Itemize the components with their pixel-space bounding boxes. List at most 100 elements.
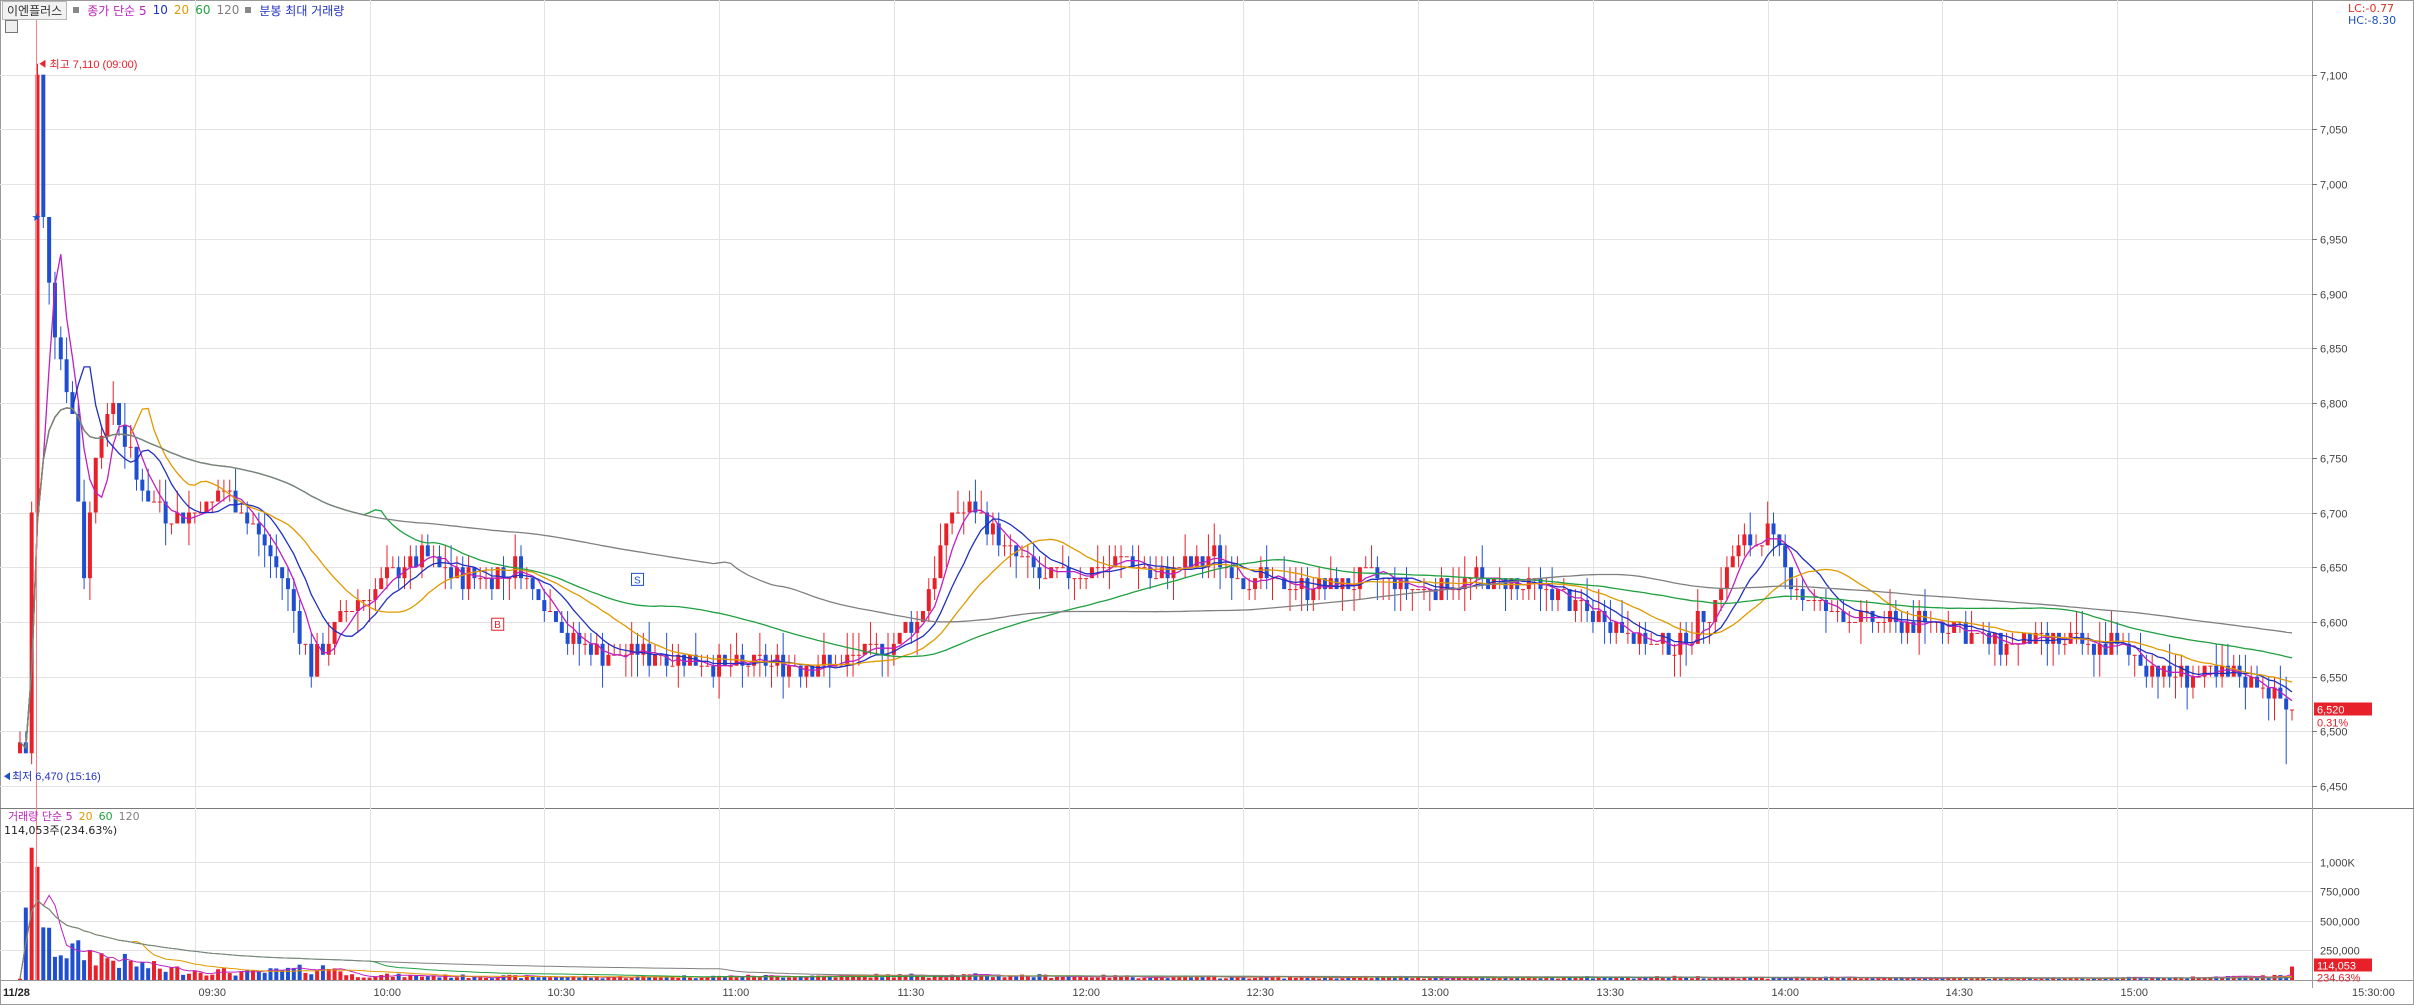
volume-bar [1765, 978, 1770, 980]
candle-body [1142, 567, 1147, 569]
volume-tick-label: 250,000 [2320, 946, 2360, 958]
volume-bar [385, 973, 390, 980]
volume-bar [2033, 978, 2038, 980]
candle-body [1701, 611, 1706, 622]
volume-bar [350, 974, 355, 980]
time-tick-label: 14:30 [1946, 987, 1974, 999]
candle [2255, 665, 2260, 688]
candle-body [1730, 556, 1735, 568]
candle-body [134, 446, 139, 480]
candle-body [2266, 687, 2271, 699]
candle [1882, 611, 1887, 633]
candle-body [385, 567, 390, 579]
volume-bar [64, 958, 69, 980]
volume-ma-120-line [19, 899, 2293, 979]
candle [58, 326, 63, 371]
volume-bar [1089, 977, 1094, 980]
candle-body [76, 414, 81, 502]
candle [1806, 600, 1811, 602]
volume-bar [489, 978, 494, 980]
candle [41, 74, 46, 228]
volume-bar [2056, 978, 2061, 980]
volume-moving-averages [19, 894, 2293, 980]
candle [1818, 600, 1823, 611]
stock-name-label[interactable]: 이엔플러스 [2, 0, 68, 20]
volume-bar [76, 940, 81, 980]
volume-bar [315, 969, 320, 980]
candle-body [1101, 567, 1106, 569]
volume-bar [961, 974, 966, 980]
candle-body [2004, 643, 2009, 655]
candle-body [169, 523, 174, 525]
candle-body [932, 578, 937, 590]
volume-bar [181, 974, 186, 980]
candle-body [1183, 556, 1188, 568]
volume-bar [1148, 977, 1153, 980]
candle-body [460, 567, 465, 590]
candle [140, 468, 145, 502]
legend-ma60: 60 [195, 3, 211, 17]
vol-legend-ma60: 60 [98, 809, 113, 823]
volume-bar [2266, 978, 2271, 980]
candle-body [1579, 600, 1584, 602]
candle-body [1474, 567, 1479, 579]
volume-tick-label: 750,000 [2320, 887, 2360, 899]
candle-body [1299, 578, 1304, 590]
candle [1031, 545, 1036, 579]
chart-canvas[interactable]: 7,100 7,050 7,000 6,950 6,900 6,850 6,800 6,750… [0, 0, 2414, 1005]
grid-toggle-icon[interactable] [5, 20, 18, 33]
candle-body [897, 632, 902, 644]
volume-bars [18, 847, 2294, 980]
volume-bar [210, 974, 215, 980]
candle [227, 479, 232, 502]
volume-bar [2144, 978, 2149, 980]
candle [2103, 621, 2108, 655]
volume-bar [676, 978, 681, 980]
candle-body [2144, 665, 2149, 677]
price-tick-label: 6,800 [2320, 399, 2348, 411]
candle-body [2249, 676, 2254, 688]
volume-bar [1247, 978, 1252, 980]
volume-bar [449, 977, 454, 980]
candle-body [227, 490, 232, 492]
current-price-label: 6,520 [2317, 705, 2345, 717]
candle [786, 654, 791, 688]
volume-bar [309, 974, 314, 980]
candle-body [1590, 611, 1595, 622]
candle [2173, 654, 2178, 699]
volume-bar [419, 976, 424, 980]
volume-bar [379, 974, 384, 980]
candle-body [1008, 545, 1013, 547]
chart-frame [0, 0, 2414, 1005]
sell-marker-letter: S [634, 575, 641, 586]
candle [1130, 545, 1135, 568]
volume-bar [47, 927, 52, 980]
candle-body [1084, 578, 1089, 580]
candle-body [851, 654, 856, 656]
volume-bar [402, 977, 407, 980]
candle [1025, 545, 1030, 579]
candle [1363, 556, 1368, 569]
candle [1800, 578, 1805, 611]
volume-bar [1858, 978, 1863, 980]
candle-body [1812, 600, 1817, 602]
hc-value: HC:-8.30 [2348, 14, 2397, 27]
candle [2167, 643, 2172, 688]
candle [1614, 621, 1619, 644]
volume-bar [484, 977, 489, 980]
volume-bar [2179, 978, 2184, 980]
volume-bar [122, 953, 127, 980]
candle [1066, 556, 1071, 590]
candle-body [705, 665, 710, 667]
candle-body [1596, 611, 1601, 622]
stock-chart[interactable]: 7,100 7,050 7,000 6,950 6,900 6,850 6,800 6,750… [0, 0, 2414, 1005]
candle-body [367, 600, 372, 602]
candle-body [1369, 567, 1374, 569]
star-icon: ★ [31, 211, 41, 224]
volume-bar [880, 977, 885, 980]
volume-bar [256, 971, 261, 980]
time-grid: 09:30 10:00 10:30 11:00 11:30 12:00 12:30 13:00… [195, 0, 2395, 999]
time-tick-label: 13:30 [1597, 987, 1625, 999]
candle-body [1724, 567, 1729, 590]
candle-body [2051, 632, 2056, 644]
